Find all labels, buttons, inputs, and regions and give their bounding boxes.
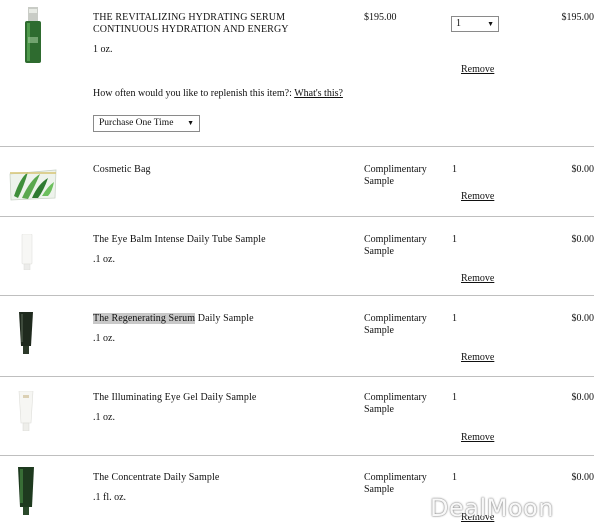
row-divider [0, 376, 594, 377]
item-quantity: 1 [452, 472, 457, 483]
cosmetic-bag-icon [8, 166, 58, 202]
item-quantity: 1 [452, 164, 457, 175]
item-price-line2: Sample [364, 404, 394, 415]
item-size: 1 oz. [93, 44, 113, 55]
chevron-down-icon: ▼ [487, 20, 494, 28]
quantity-value: 1 [456, 18, 461, 29]
frequency-value: Purchase One Time [99, 118, 174, 128]
item-price-line2: Sample [364, 325, 394, 336]
item-size: .1 fl. oz. [93, 492, 127, 503]
remove-link[interactable]: Remove [461, 191, 494, 202]
item-name: The Illuminating Eye Gel Daily Sample [93, 392, 257, 403]
remove-link[interactable]: Remove [461, 432, 494, 443]
item-name: The Eye Balm Intense Daily Tube Sample [93, 234, 266, 245]
item-price-line2: Sample [364, 176, 394, 187]
item-price: Complimentary Sample [364, 164, 427, 188]
item-name: The Concentrate Daily Sample [93, 472, 220, 483]
item-total: $195.00 [561, 12, 595, 23]
item-total: $0.00 [571, 392, 595, 403]
replenish-question-text: How often would you like to replenish th… [93, 88, 292, 99]
whats-this-link[interactable]: What's this? [294, 88, 343, 99]
item-price-line1: Complimentary [364, 313, 427, 324]
row-divider [0, 295, 594, 296]
item-price: Complimentary Sample [364, 234, 427, 258]
item-size: .1 oz. [93, 254, 115, 265]
item-name-rest: Daily Sample [195, 313, 254, 324]
row-divider [0, 146, 594, 147]
row-divider [0, 455, 594, 456]
item-quantity: 1 [452, 313, 457, 324]
item-name: THE REVITALIZING HYDRATING SERUM CONTINU… [93, 12, 289, 36]
item-price-line2: Sample [364, 246, 394, 257]
quantity-select[interactable]: 1 ▼ [451, 16, 499, 32]
remove-link[interactable]: Remove [461, 64, 494, 75]
row-divider [0, 216, 594, 217]
item-price: $195.00 [364, 12, 397, 23]
item-total: $0.00 [571, 472, 595, 483]
item-price-line1: Complimentary [364, 472, 427, 483]
item-size: .1 oz. [93, 412, 115, 423]
dark-tube-icon [18, 312, 34, 354]
item-price: Complimentary Sample [364, 313, 427, 337]
item-quantity: 1 [452, 392, 457, 403]
item-total: $0.00 [571, 234, 595, 245]
item-price-line1: Complimentary [364, 164, 427, 175]
item-price-line1: Complimentary [364, 234, 427, 245]
item-name-line2: CONTINUOUS HYDRATION AND ENERGY [93, 24, 289, 35]
white-tube-icon [18, 390, 34, 432]
replenish-question: How often would you like to replenish th… [93, 88, 343, 99]
replenish-frequency-select[interactable]: Purchase One Time ▼ [93, 115, 200, 132]
item-name: Cosmetic Bag [93, 164, 151, 175]
remove-link[interactable]: Remove [461, 273, 494, 284]
item-total: $0.00 [571, 164, 595, 175]
serum-bottle-icon [22, 7, 44, 65]
item-size: .1 oz. [93, 333, 115, 344]
item-name-line1: THE REVITALIZING HYDRATING SERUM [93, 12, 286, 23]
green-tube-icon [17, 467, 35, 515]
item-price-line1: Complimentary [364, 392, 427, 403]
item-quantity: 1 [452, 234, 457, 245]
item-price: Complimentary Sample [364, 392, 427, 416]
item-price-line2: Sample [364, 484, 394, 495]
white-tube-icon [20, 233, 34, 271]
item-price: Complimentary Sample [364, 472, 427, 496]
item-total: $0.00 [571, 313, 595, 324]
remove-link[interactable]: Remove [461, 352, 494, 363]
item-name: The Regenerating Serum Daily Sample [93, 313, 254, 325]
chevron-down-icon: ▼ [187, 119, 194, 127]
watermark: DealMoon [430, 494, 554, 522]
item-name-highlighted: The Regenerating Serum [93, 313, 196, 324]
